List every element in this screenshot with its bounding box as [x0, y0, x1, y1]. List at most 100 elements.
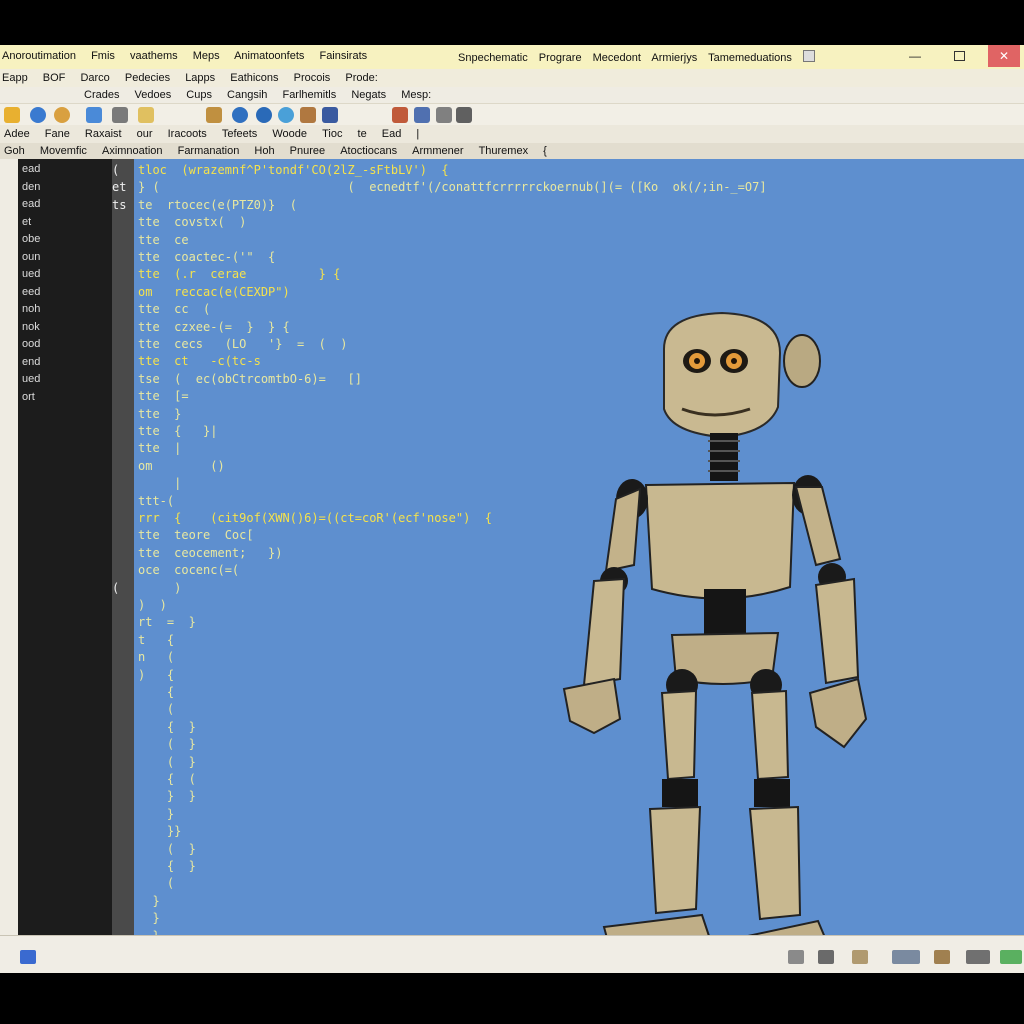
code-line[interactable]: ( }	[138, 842, 196, 856]
menu-item[interactable]: Prode:	[345, 69, 377, 87]
code-line[interactable]: tte ce	[138, 233, 189, 247]
file-item[interactable]: ead	[22, 198, 40, 210]
code-line[interactable]: tte cecs (LO '} = ( )	[138, 337, 348, 351]
code-line[interactable]: }	[138, 911, 159, 925]
code-line[interactable]: om ()	[138, 459, 225, 473]
app-menu-item[interactable]: Fmis	[91, 50, 115, 62]
sub-menu-item[interactable]: Crades	[84, 87, 119, 103]
file-item[interactable]: end	[22, 356, 40, 368]
code-line[interactable]: te rtocec(e(PTZ0)} (	[138, 198, 297, 212]
code-line[interactable]: ) {	[138, 668, 174, 682]
image-icon[interactable]	[138, 107, 154, 123]
recycle-icon[interactable]	[788, 950, 804, 964]
file-item[interactable]: ued	[22, 373, 40, 385]
network-icon[interactable]	[966, 950, 990, 964]
tab[interactable]: Armmener	[412, 143, 463, 159]
code-line[interactable]: {	[138, 685, 174, 699]
settings-icon[interactable]	[436, 107, 452, 123]
file-item[interactable]: ead	[22, 163, 40, 175]
minimize-button[interactable]: —	[900, 45, 930, 67]
code-line[interactable]: |	[138, 476, 181, 490]
code-line[interactable]: }}	[138, 824, 181, 838]
code-line[interactable]: ( }	[138, 755, 196, 769]
sub-menu-item[interactable]: Negats	[351, 87, 386, 103]
code-line[interactable]: tte coactec-('" {	[138, 250, 275, 264]
code-line[interactable]: tte |	[138, 441, 181, 455]
app-menu-item[interactable]: Animatoonfets	[234, 50, 304, 62]
tab[interactable]: Hoh	[254, 143, 274, 159]
settings-icon[interactable]	[112, 107, 128, 123]
app-menu-item[interactable]: Anoroutimation	[2, 50, 76, 62]
monitor-icon[interactable]	[892, 950, 920, 964]
menu-item[interactable]: Eathicons	[230, 69, 278, 87]
code-line[interactable]: tloc (wrazemnf^P'tondf'CO(2lZ_-sFtbLV') …	[138, 163, 449, 177]
document-icon[interactable]	[852, 950, 868, 964]
file-item[interactable]: ort	[22, 391, 35, 403]
sub-menu-item[interactable]: Vedoes	[135, 87, 172, 103]
sub-menu-item[interactable]: Farlhemitls	[282, 87, 336, 103]
image-icon[interactable]	[456, 107, 472, 123]
code-line[interactable]: }	[138, 807, 174, 821]
sub-menu-item[interactable]: Cangsih	[227, 87, 267, 103]
code-line[interactable]: tte ceocement; })	[138, 546, 283, 560]
robot-figure[interactable]	[554, 309, 894, 973]
code-line[interactable]: ( }	[138, 737, 196, 751]
tab[interactable]: Goh	[4, 143, 25, 159]
code-line[interactable]: ) )	[138, 598, 167, 612]
code-line[interactable]: (	[138, 702, 174, 716]
code-line[interactable]: tte cc (	[138, 302, 210, 316]
app-menu-item[interactable]: vaathems	[130, 50, 178, 62]
code-line[interactable]: tte [=	[138, 389, 189, 403]
save-icon[interactable]	[86, 107, 102, 123]
tool-item[interactable]: Ead	[382, 125, 402, 143]
file-item[interactable]: ood	[22, 338, 40, 350]
search-icon[interactable]	[278, 107, 294, 123]
file-item[interactable]: nok	[22, 321, 40, 333]
trash-icon[interactable]	[818, 950, 834, 964]
code-line[interactable]: }	[138, 894, 159, 908]
sub-menu-item[interactable]: Cups	[186, 87, 212, 103]
archive-icon[interactable]	[934, 950, 950, 964]
menu-item[interactable]: Lapps	[185, 69, 215, 87]
menu-item[interactable]: Procois	[294, 69, 331, 87]
tab[interactable]: Aximnoation	[102, 143, 163, 159]
code-line[interactable]: tse ( ec(obCtrcomtbO-6)= []	[138, 372, 362, 386]
app-menu-item[interactable]: Meps	[193, 50, 220, 62]
brush-icon[interactable]	[322, 107, 338, 123]
tool-item[interactable]: Woode	[272, 125, 307, 143]
code-line[interactable]: tte ct -c(tc-s	[138, 354, 261, 368]
window-icon[interactable]	[20, 950, 36, 964]
menu-item[interactable]: Darco	[80, 69, 109, 87]
tool-item[interactable]: te	[358, 125, 367, 143]
file-item[interactable]: ued	[22, 268, 40, 280]
code-line[interactable]: tte teore Coc[	[138, 528, 254, 542]
tool-item[interactable]: Tefeets	[222, 125, 257, 143]
code-line[interactable]: oce cocenc(=(	[138, 563, 239, 577]
code-line[interactable]: )	[138, 581, 181, 595]
restore-icon[interactable]	[802, 50, 815, 62]
file-item[interactable]: et	[22, 216, 31, 228]
menu-item[interactable]: BOF	[43, 69, 66, 87]
globe-icon[interactable]	[232, 107, 248, 123]
file-item[interactable]: oun	[22, 251, 40, 263]
brush-icon[interactable]	[392, 107, 408, 123]
palette-icon[interactable]	[54, 107, 70, 123]
tab[interactable]: Movemfic	[40, 143, 87, 159]
file-item[interactable]: obe	[22, 233, 40, 245]
maximize-button[interactable]	[944, 45, 974, 67]
tool-item[interactable]: Iracoots	[168, 125, 207, 143]
code-line[interactable]: t {	[138, 633, 174, 647]
globe-icon[interactable]	[1000, 950, 1022, 964]
code-line[interactable]: { }	[138, 720, 196, 734]
code-line[interactable]: tte { }|	[138, 424, 217, 438]
code-line[interactable]: { }	[138, 859, 196, 873]
tag-icon[interactable]	[414, 107, 430, 123]
tool-item[interactable]: Adee	[4, 125, 30, 143]
folder-icon[interactable]	[4, 107, 20, 123]
code-line[interactable]: rt = }	[138, 615, 196, 629]
file-item[interactable]: eed	[22, 286, 40, 298]
eye-icon[interactable]	[256, 107, 272, 123]
tab[interactable]: Farmanation	[178, 143, 240, 159]
tool-item[interactable]: Fane	[45, 125, 70, 143]
tag-icon[interactable]	[300, 107, 316, 123]
